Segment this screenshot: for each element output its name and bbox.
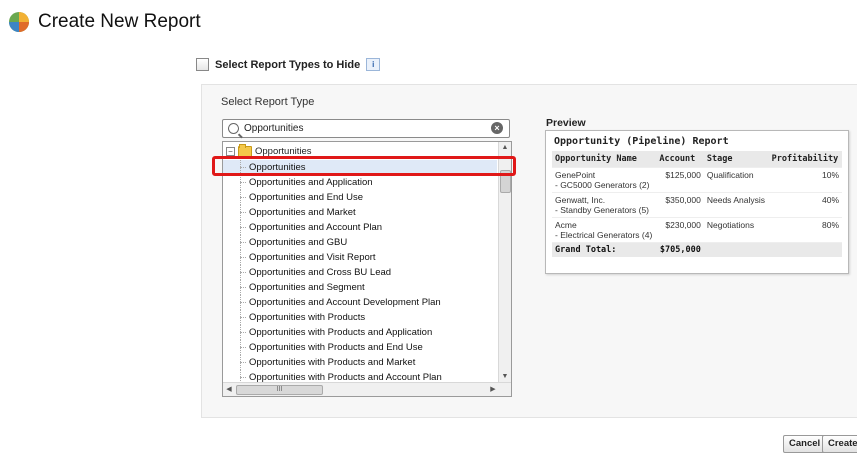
clear-search-icon[interactable]: × bbox=[491, 122, 503, 134]
page-title: Create New Report bbox=[38, 11, 201, 32]
hide-report-types-checkbox[interactable] bbox=[196, 58, 209, 71]
grand-total-label: Grand Total: bbox=[552, 242, 657, 257]
tree-item[interactable]: Opportunities with Products and Market bbox=[223, 355, 497, 370]
table-header-row: Opportunity Name Account Stage Profitabi… bbox=[552, 151, 842, 168]
column-header: Profitability bbox=[768, 151, 842, 168]
grand-total-row: Grand Total: $705,000 bbox=[552, 242, 842, 257]
profitability-cell: 80% bbox=[768, 217, 842, 243]
tree-item[interactable]: Opportunities with Products and Applicat… bbox=[223, 325, 497, 340]
tree-item[interactable]: Opportunities with Products and End Use bbox=[223, 340, 497, 355]
column-header: Account bbox=[656, 151, 704, 168]
account-cell: $230,000 bbox=[656, 217, 704, 243]
report-type-search: Opportunities × bbox=[222, 119, 510, 138]
opportunity-product: - Electrical Generators (4) bbox=[555, 230, 653, 240]
tree-item[interactable]: Opportunities with Products bbox=[223, 310, 497, 325]
page-header: Create New Report bbox=[8, 8, 201, 36]
search-icon bbox=[228, 123, 239, 134]
selection-highlight bbox=[212, 156, 516, 176]
collapse-icon[interactable]: − bbox=[226, 147, 235, 156]
search-input[interactable]: Opportunities bbox=[244, 123, 303, 134]
tree-item[interactable]: Opportunities and Market bbox=[223, 205, 497, 220]
horizontal-scrollbar[interactable]: ◀ III ▶ bbox=[223, 382, 511, 396]
tree-item[interactable]: Opportunities and Cross BU Lead bbox=[223, 265, 497, 280]
vertical-scrollbar[interactable]: ▲ ▼ bbox=[498, 142, 511, 382]
opportunity-name: GenePoint bbox=[555, 170, 596, 180]
scroll-right-icon[interactable]: ▶ bbox=[487, 385, 499, 393]
scroll-down-icon[interactable]: ▼ bbox=[499, 373, 511, 380]
table-row: Genwatt, Inc. - Standby Generators (5) $3… bbox=[552, 192, 842, 218]
tree-item[interactable]: Opportunities and End Use bbox=[223, 190, 497, 205]
cancel-button[interactable]: Cancel bbox=[783, 435, 827, 453]
tree-items: Opportunities Opportunities and Applicat… bbox=[223, 160, 497, 385]
table-row: GenePoint - GC5000 Generators (2) $125,00… bbox=[552, 167, 842, 193]
preview-report-title: Opportunity (Pipeline) Report bbox=[554, 136, 729, 147]
opportunity-name: Acme bbox=[555, 220, 577, 230]
report-type-tree: − Opportunities Opportunities Opportunit… bbox=[222, 141, 512, 397]
stage-cell: Needs Analysis bbox=[703, 192, 769, 218]
preview-label: Preview bbox=[546, 117, 586, 129]
account-cell: $350,000 bbox=[656, 192, 704, 218]
column-header: Stage bbox=[703, 151, 769, 168]
account-cell: $125,000 bbox=[656, 167, 704, 193]
tree-item[interactable]: Opportunities and Account Plan bbox=[223, 220, 497, 235]
empty-cell bbox=[768, 242, 842, 257]
report-preview: Opportunity (Pipeline) Report Opportunit… bbox=[545, 130, 849, 274]
select-report-type-label: Select Report Type bbox=[221, 96, 315, 108]
tree-item[interactable]: Opportunities and Segment bbox=[223, 280, 497, 295]
tree-item[interactable]: Opportunities and Application bbox=[223, 175, 497, 190]
tree-item[interactable]: Opportunities and Account Development Pl… bbox=[223, 295, 497, 310]
hide-report-types-row: Select Report Types to Hide i bbox=[196, 58, 381, 71]
hide-report-types-label: Select Report Types to Hide bbox=[215, 58, 361, 71]
profitability-cell: 10% bbox=[768, 167, 842, 193]
stage-cell: Negotiations bbox=[703, 217, 769, 243]
opportunity-cell: GenePoint - GC5000 Generators (2) bbox=[552, 167, 657, 193]
tree-item[interactable]: Opportunities and Visit Report bbox=[223, 250, 497, 265]
info-icon[interactable]: i bbox=[366, 58, 381, 71]
opportunity-name: Genwatt, Inc. bbox=[555, 195, 606, 205]
opportunity-cell: Acme - Electrical Generators (4) bbox=[552, 217, 657, 243]
scroll-up-icon[interactable]: ▲ bbox=[499, 144, 511, 151]
salesforce-cloud-icon bbox=[9, 12, 29, 32]
tree-item[interactable]: Opportunities and GBU bbox=[223, 235, 497, 250]
horizontal-scroll-thumb[interactable]: III bbox=[236, 385, 323, 395]
table-row: Acme - Electrical Generators (4) $230,000… bbox=[552, 217, 842, 243]
stage-cell: Qualification bbox=[703, 167, 769, 193]
grand-total-value: $705,000 bbox=[656, 242, 704, 257]
empty-cell bbox=[703, 242, 769, 257]
column-header: Opportunity Name bbox=[552, 151, 657, 168]
opportunity-cell: Genwatt, Inc. - Standby Generators (5) bbox=[552, 192, 657, 218]
profitability-cell: 40% bbox=[768, 192, 842, 218]
scroll-left-icon[interactable]: ◀ bbox=[223, 385, 235, 393]
create-button[interactable]: Create bbox=[822, 435, 857, 453]
opportunity-product: - GC5000 Generators (2) bbox=[555, 180, 650, 190]
preview-table: Opportunity Name Account Stage Profitabi… bbox=[552, 151, 842, 257]
opportunity-product: - Standby Generators (5) bbox=[555, 205, 650, 215]
